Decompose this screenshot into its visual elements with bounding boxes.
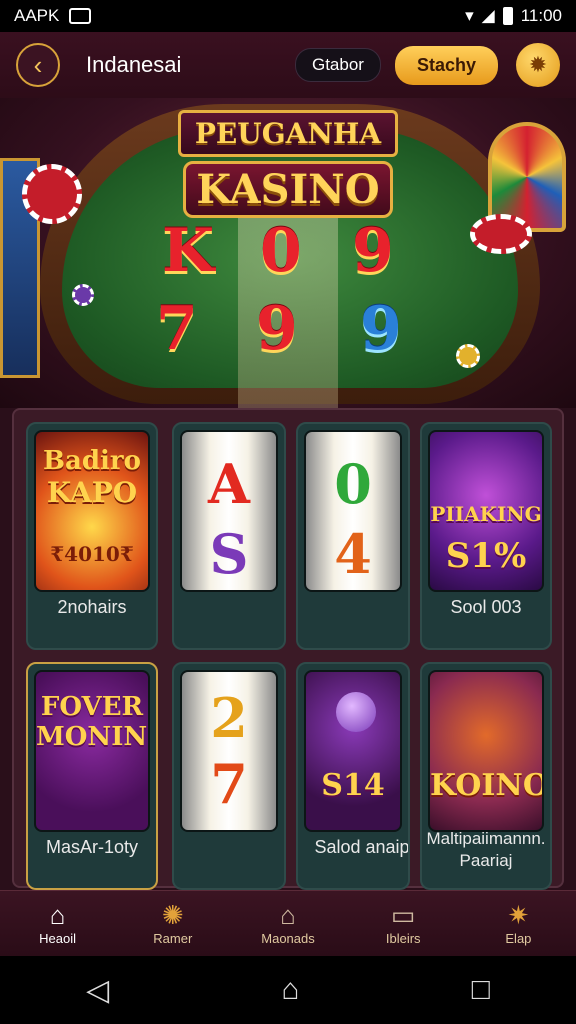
game-card[interactable]: A S [172, 422, 286, 650]
game-label: 2nohairs [57, 597, 127, 617]
settings-gear-icon: ✷ [507, 900, 530, 930]
coin-icon: ✹ [528, 52, 548, 77]
game-card[interactable]: 2 7 [172, 662, 286, 890]
nav-label: Ramer [153, 931, 193, 946]
gold-pill-button[interactable]: Stachy [394, 45, 498, 85]
hero-symbol: 0 [260, 216, 302, 286]
system-back-icon[interactable]: ◁ [86, 973, 109, 1008]
game-art-text: Badiro [43, 446, 141, 476]
game-art: PIIAKING S1% [428, 430, 544, 592]
chip-stack-icon [22, 164, 82, 224]
chip-icon [456, 344, 480, 368]
nav-item-maonads[interactable]: ⌂ Maonads [230, 891, 345, 956]
game-label: MasAr-1oty [45, 837, 139, 857]
game-art: KOINO [428, 670, 544, 832]
casino-sign: PEUGANHA KASINO [140, 106, 436, 226]
dark-pill-button[interactable]: Gtabor [294, 48, 381, 82]
gift-box-icon: ⌂ [280, 900, 296, 930]
coin-button[interactable]: ✹ [516, 43, 560, 87]
hero-symbol: 7 [156, 294, 198, 364]
reel-symbol: A [208, 452, 250, 516]
status-app-name: AAPK [14, 6, 60, 25]
slot-reel: 2 7 [180, 670, 278, 832]
game-art-text: KAPO [46, 476, 138, 509]
chip-icon [72, 284, 94, 306]
wifi-icon: ▾ [465, 6, 474, 25]
game-card[interactable]: PIIAKING S1% Sool 003 [420, 422, 552, 650]
game-label: Salod anaip [314, 837, 410, 857]
hero-symbol: 9 [352, 216, 394, 286]
game-card[interactable]: 0 4 [296, 422, 410, 650]
game-card[interactable]: S14 Salod anaip [296, 662, 410, 890]
game-art-text: PIIAKING [430, 502, 542, 526]
game-card[interactable]: KOINO Maltipaiimannn. Paariaj [420, 662, 552, 890]
image-notification-icon [69, 8, 92, 24]
chip-stack-icon [470, 214, 532, 254]
game-art: Badiro KAPO ₹4010₹ [34, 430, 150, 592]
reel-symbol: S [209, 522, 249, 586]
hero-symbol: K [162, 216, 215, 286]
page-title: Indanesai [86, 52, 182, 77]
bottom-nav: ⌂ Heaoil ✺ Ramer ⌂ Maonads ▭ Ibleirs ✷ E… [0, 890, 576, 956]
magic-orb-icon [336, 692, 376, 732]
slot-reel: A S [180, 430, 278, 592]
game-card[interactable]: Badiro KAPO ₹4010₹ 2nohairs [26, 422, 158, 650]
status-time: 11:00 [520, 6, 562, 25]
home-icon: ⌂ [49, 900, 66, 930]
nav-item-ramer[interactable]: ✺ Ramer [115, 891, 230, 956]
gear-ring-icon: ✺ [161, 900, 184, 930]
nav-label: Ibleirs [385, 931, 421, 946]
game-art-text: MONING [36, 722, 148, 752]
reel-symbol: 2 [210, 686, 248, 750]
game-art: FOVER MONING [34, 670, 150, 832]
game-art-text: S14 [321, 768, 385, 803]
signal-icon: ◢ [481, 6, 495, 25]
sign-line-1: PEUGANHA [177, 110, 399, 157]
battery-icon [502, 7, 513, 25]
app-header: ‹ Indanesai Gtabor Stachy ✹ [0, 32, 576, 98]
slot-reel: 0 4 [304, 430, 402, 592]
ticket-icon: ▭ [390, 900, 416, 930]
game-art-text: KOINO [430, 768, 544, 803]
nav-item-elap[interactable]: ✷ Elap [461, 891, 576, 956]
game-label: Sool 003 [450, 597, 522, 617]
game-art-text: FOVER [40, 692, 144, 722]
game-grid: Badiro KAPO ₹4010₹ 2nohairs A S 0 4 PIIA… [12, 408, 564, 890]
nav-label: Heaoil [39, 931, 77, 946]
game-art: S14 [304, 670, 402, 832]
nav-label: Maonads [261, 931, 315, 946]
sign-line-2: KASINO [183, 161, 393, 218]
system-nav-bar: ◁ ⌂ □ [0, 956, 576, 1024]
system-recents-icon[interactable]: □ [472, 973, 490, 1007]
system-home-icon[interactable]: ⌂ [281, 973, 299, 1007]
nav-label: Elap [505, 931, 532, 946]
reel-symbol: 4 [334, 522, 372, 586]
back-button[interactable]: ‹ [16, 43, 60, 87]
hero-symbol: 9 [360, 294, 402, 364]
status-bar: AAPK ▾ ◢ 11:00 [0, 0, 576, 32]
game-art-text: S1% [445, 536, 527, 576]
reel-symbol: 7 [210, 752, 248, 816]
game-label: Maltipaiimannn. Paariaj [426, 829, 546, 870]
game-card[interactable]: FOVER MONING MasAr-1oty [26, 662, 158, 890]
nav-item-ibleirs[interactable]: ▭ Ibleirs [346, 891, 461, 956]
chevron-left-icon: ‹ [33, 49, 43, 80]
nav-item-home[interactable]: ⌂ Heaoil [0, 891, 115, 956]
hero-symbol: 9 [256, 294, 298, 364]
game-art-text: ₹4010₹ [50, 542, 134, 566]
reel-symbol: 0 [334, 452, 372, 516]
hero-banner[interactable]: PEUGANHA KASINO K 0 9 7 9 9 [0, 98, 576, 408]
